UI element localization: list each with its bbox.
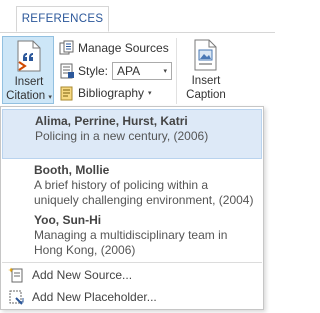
citation-item[interactable]: Booth, Mollie A brief history of policin…	[2, 161, 262, 213]
manage-sources-icon	[59, 40, 74, 55]
insert-caption-label: Insert	[191, 75, 221, 87]
manage-sources-button[interactable]: Manage Sources	[59, 38, 169, 58]
add-placeholder-icon	[9, 290, 24, 305]
chevron-down-icon: ▾	[48, 94, 52, 101]
chevron-down-icon: ▾	[148, 90, 152, 97]
insert-citation-button[interactable]: Insert Citation ▾	[2, 36, 54, 104]
bibliography-icon	[60, 86, 73, 101]
style-group: Style: APA ▾	[59, 61, 173, 81]
chevron-down-icon: ▾	[163, 68, 168, 75]
style-value: APA	[117, 64, 141, 78]
style-dropdown[interactable]: APA ▾	[112, 62, 173, 80]
add-new-placeholder-item[interactable]: Add New Placeholder...	[2, 287, 262, 307]
manage-sources-label: Manage Sources	[78, 41, 169, 55]
citation-title: uniquely challenging environment, (2004)	[34, 193, 254, 207]
insert-citation-icon	[17, 40, 41, 72]
menu-divider	[2, 262, 262, 263]
tab-references[interactable]: REFERENCES	[16, 6, 109, 32]
style-icon	[60, 63, 74, 79]
insert-caption-label-2: Caption	[186, 89, 226, 101]
citation-author: Alima, Perrine, Hurst, Katri	[35, 114, 188, 128]
add-new-source-item[interactable]: Add New Source...	[2, 265, 262, 285]
citation-title: A brief history of policing within a	[34, 178, 209, 192]
citation-item[interactable]: Yoo, Sun-Hi Managing a multidisciplinary…	[2, 211, 262, 261]
group-divider	[176, 38, 177, 104]
insert-caption-icon	[194, 39, 217, 71]
style-label: Style:	[78, 64, 109, 78]
insert-citation-menu: Alima, Perrine, Hurst, Katri Policing in…	[0, 106, 264, 310]
add-source-icon	[8, 267, 23, 283]
add-new-source-label: Add New Source...	[32, 268, 133, 282]
citation-title: Policing in a new century, (2006)	[35, 129, 209, 143]
citation-author: Yoo, Sun-Hi	[34, 213, 102, 227]
citation-author: Booth, Mollie	[34, 163, 110, 177]
citation-title: Managing a multidisciplinary team in	[34, 228, 228, 242]
insert-caption-button[interactable]: Insert Caption	[181, 36, 231, 104]
add-new-placeholder-label: Add New Placeholder...	[32, 290, 157, 304]
citation-title: Hong Kong, (2006)	[34, 243, 136, 257]
citation-item[interactable]: Alima, Perrine, Hurst, Katri Policing in…	[2, 109, 262, 159]
bibliography-button[interactable]: Bibliography ▾	[59, 83, 152, 103]
insert-citation-label: Insert	[14, 76, 44, 88]
tab-strip: REFERENCES	[0, 0, 275, 33]
bibliography-label: Bibliography	[78, 86, 145, 100]
insert-citation-label-2: Citation ▾	[6, 90, 52, 102]
